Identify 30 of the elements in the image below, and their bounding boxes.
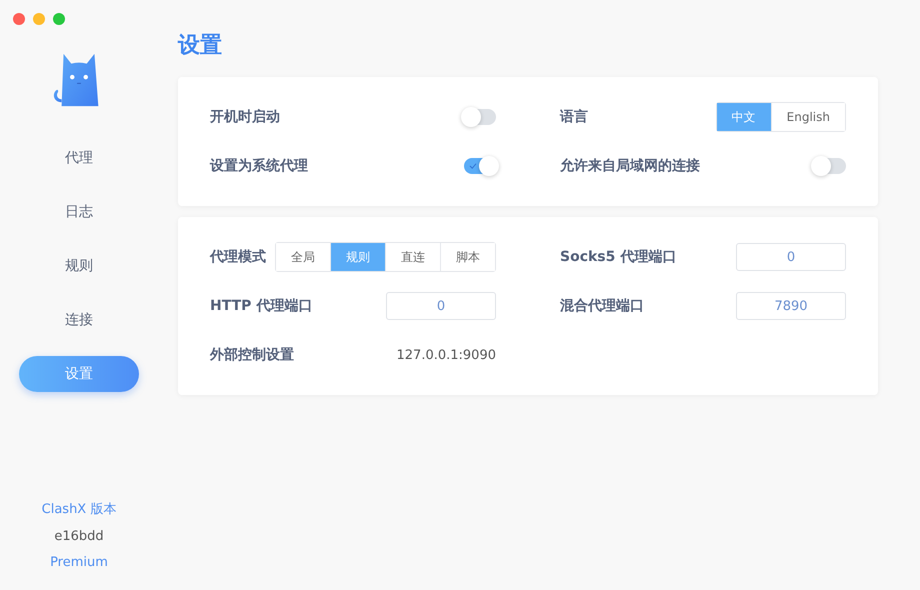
port-field[interactable]: 7890: [736, 292, 846, 320]
port-field[interactable]: 0: [736, 243, 846, 271]
setting-label: 允许来自局域网的连接: [560, 157, 700, 175]
toggle-switch[interactable]: [814, 158, 846, 174]
controller-address: 127.0.0.1:9090: [396, 348, 496, 362]
setting-label: 设置为系统代理: [210, 157, 308, 175]
setting-label: 代理模式: [210, 248, 266, 266]
segment-option[interactable]: English: [770, 103, 845, 131]
setting-label: 语言: [560, 108, 588, 126]
sidebar-item[interactable]: 连接: [19, 302, 139, 338]
toggle-switch[interactable]: [464, 109, 496, 125]
page-title: 设置: [178, 32, 223, 60]
segment-option[interactable]: 脚本: [440, 243, 495, 271]
setting-label: 开机时启动: [210, 108, 280, 126]
version-label: ClashX 版本: [42, 501, 116, 518]
port-field[interactable]: 0: [386, 292, 496, 320]
toggle-switch[interactable]: [464, 158, 496, 174]
sidebar-item[interactable]: 日志: [19, 194, 139, 230]
sidebar-item[interactable]: 代理: [19, 140, 139, 176]
setting-label: 外部控制设置: [210, 346, 294, 364]
close-window-button[interactable]: [13, 13, 25, 25]
edition-label: Premium: [50, 555, 108, 570]
minimize-window-button[interactable]: [33, 13, 45, 25]
version-text: e16bdd: [54, 529, 104, 544]
zoom-window-button[interactable]: [53, 13, 65, 25]
setting-label: 混合代理端口: [560, 297, 644, 315]
check-icon: [469, 163, 477, 169]
setting-label: Socks5 代理端口: [560, 248, 676, 266]
setting-label: HTTP 代理端口: [210, 297, 312, 315]
sidebar-item[interactable]: 规则: [19, 248, 139, 284]
